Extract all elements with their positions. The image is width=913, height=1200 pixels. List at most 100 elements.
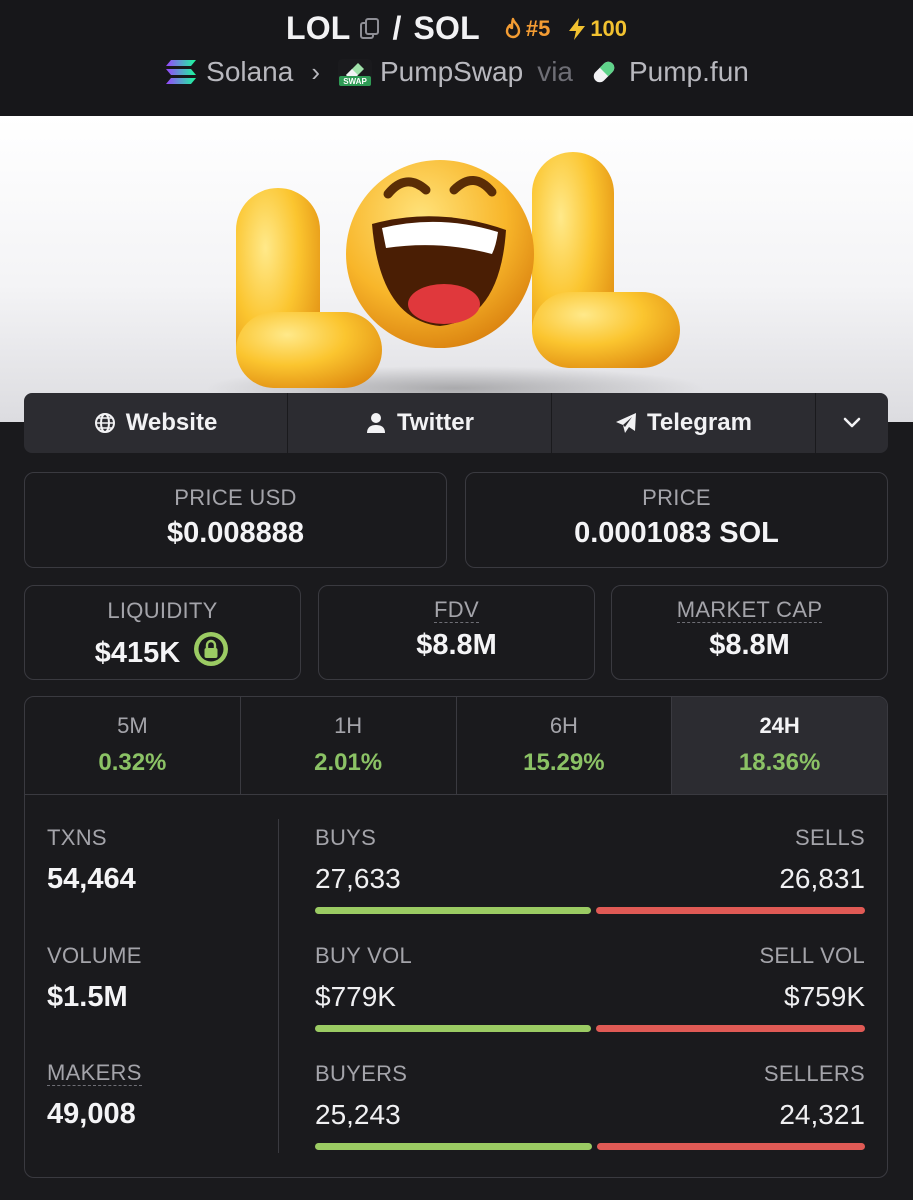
sell-bar — [596, 1025, 865, 1032]
buy-sell-volume-bar — [315, 1025, 865, 1032]
sellers-label: SELLERS — [763, 1061, 865, 1086]
buy-sell-ratio-bar — [315, 907, 865, 914]
dex-link[interactable]: SWAP PumpSwap — [338, 56, 523, 88]
solana-icon — [166, 60, 197, 84]
chevron-down-icon — [843, 417, 861, 428]
activity-panel: 5M 0.32% 1H 2.01% 6H 15.29% 24H 18.36% T… — [24, 696, 888, 1178]
breadcrumb: Solana › SWAP PumpSwap via Pump.fun — [0, 56, 913, 88]
buyers-value: 25,243 — [315, 1099, 401, 1130]
tab-1h[interactable]: 1H 2.01% — [241, 697, 457, 794]
boost-count: 100 — [590, 15, 628, 41]
via-text: via — [537, 56, 573, 87]
chain-name: Solana — [206, 56, 294, 87]
market-cap-card: MARKET CAP $8.8M — [611, 585, 888, 680]
sellers-value: 24,321 — [779, 1099, 865, 1130]
sell-bar — [597, 1143, 865, 1150]
liquidity-card: LIQUIDITY $415K — [24, 585, 301, 680]
dex-name: PumpSwap — [380, 56, 524, 87]
chain-link[interactable]: Solana — [164, 56, 293, 88]
social-links-bar: Website Twitter Telegram — [24, 393, 888, 453]
base-token-symbol: LOL — [285, 10, 351, 46]
buy-bar — [315, 1143, 592, 1150]
fire-icon — [505, 17, 521, 38]
telegram-button[interactable]: Telegram — [552, 393, 816, 453]
pair-header: LOL / SOL #5 100 Solana › SWAP PumpSwap … — [0, 0, 913, 116]
buy-bar — [315, 907, 591, 914]
fdv-label[interactable]: FDV — [434, 598, 479, 623]
price-usd-label: PRICE USD — [174, 485, 297, 510]
token-banner-image — [0, 116, 913, 422]
txns-label: TXNS — [47, 825, 107, 850]
lightning-icon — [569, 17, 586, 40]
trending-rank: #5 — [525, 15, 551, 41]
sells-value: 26,831 — [779, 863, 865, 894]
website-button[interactable]: Website — [24, 393, 288, 453]
price-usd-card: PRICE USD $0.008888 — [24, 472, 447, 568]
pair-separator: / — [392, 10, 402, 46]
website-label: Website — [125, 409, 218, 436]
makers-value: 49,008 — [47, 1098, 136, 1130]
volume-label: VOLUME — [47, 943, 142, 968]
buy-vol-value: $779K — [315, 981, 396, 1012]
chevron-right-icon: › — [311, 56, 320, 87]
launchpad-link[interactable]: Pump.fun — [587, 56, 749, 88]
sell-vol-label: SELL VOL — [759, 943, 865, 968]
pair-title-row: LOL / SOL #5 100 — [0, 10, 913, 47]
boost-badge[interactable]: 100 — [566, 16, 627, 42]
price-usd-value: $0.008888 — [166, 517, 305, 549]
price-change: 0.32% — [98, 749, 167, 776]
twitter-label: Twitter — [397, 409, 474, 436]
tab-label: 5M — [117, 713, 148, 738]
totals-column: TXNS 54,464 VOLUME $1.5M MAKERS 49,008 — [25, 819, 279, 1153]
more-links-button[interactable] — [816, 393, 888, 453]
lol-emoji-artwork — [205, 152, 705, 410]
buyers-sellers-split: BUYERS SELLERS 25,243 24,321 — [315, 1061, 865, 1150]
telegram-label: Telegram — [647, 409, 752, 436]
paper-plane-icon — [616, 413, 637, 433]
buys-value: 27,633 — [315, 863, 401, 894]
txns-metric: TXNS 54,464 — [47, 825, 136, 896]
buys-label: BUYS — [315, 825, 377, 850]
price-change: 15.29% — [523, 749, 605, 776]
buy-bar — [315, 1025, 591, 1032]
liquidity-label: LIQUIDITY — [107, 598, 218, 623]
price-native-value: 0.0001083 SOL — [574, 517, 779, 549]
user-icon — [367, 413, 386, 433]
txns-value: 54,464 — [47, 863, 136, 895]
makers-metric: MAKERS 49,008 — [47, 1061, 142, 1131]
tab-24h[interactable]: 24H 18.36% — [672, 697, 887, 794]
tab-5m[interactable]: 5M 0.32% — [25, 697, 241, 794]
volume-value: $1.5M — [47, 981, 128, 1013]
liquidity-value: $415K — [94, 636, 181, 669]
sell-bar — [596, 907, 865, 914]
buy-vol-label: BUY VOL — [315, 943, 413, 968]
quote-token-symbol: SOL — [413, 10, 480, 46]
tab-6h[interactable]: 6H 15.29% — [457, 697, 673, 794]
buyers-label: BUYERS — [315, 1061, 408, 1086]
market-cap-value: $8.8M — [709, 629, 790, 661]
fdv-value: $8.8M — [416, 629, 497, 661]
lock-icon[interactable] — [192, 630, 230, 676]
sells-label: SELLS — [795, 825, 865, 850]
globe-icon — [94, 413, 115, 433]
tab-label: 6H — [549, 713, 578, 738]
buy-sell-volume-split: BUY VOL SELL VOL $779K $759K — [315, 943, 865, 1032]
launchpad-name: Pump.fun — [628, 56, 749, 87]
twitter-button[interactable]: Twitter — [288, 393, 552, 453]
price-native-label: PRICE — [642, 485, 711, 510]
price-change: 18.36% — [738, 749, 821, 776]
dex-badge-text: SWAP — [343, 77, 367, 86]
trending-rank-badge[interactable]: #5 — [502, 16, 550, 42]
pill-icon — [593, 61, 615, 83]
copy-icon[interactable] — [359, 17, 381, 41]
timeframe-tabs: 5M 0.32% 1H 2.01% 6H 15.29% 24H 18.36% — [25, 697, 887, 795]
price-change: 2.01% — [314, 749, 383, 776]
makers-label[interactable]: MAKERS — [47, 1061, 142, 1086]
market-cap-label[interactable]: MARKET CAP — [676, 598, 823, 623]
sell-vol-value: $759K — [784, 981, 865, 1012]
tab-label: 1H — [334, 713, 363, 738]
tab-label: 24H — [759, 713, 800, 738]
buyers-sellers-bar — [315, 1143, 865, 1150]
volume-metric: VOLUME $1.5M — [47, 943, 142, 1014]
fdv-card: FDV $8.8M — [318, 585, 595, 680]
